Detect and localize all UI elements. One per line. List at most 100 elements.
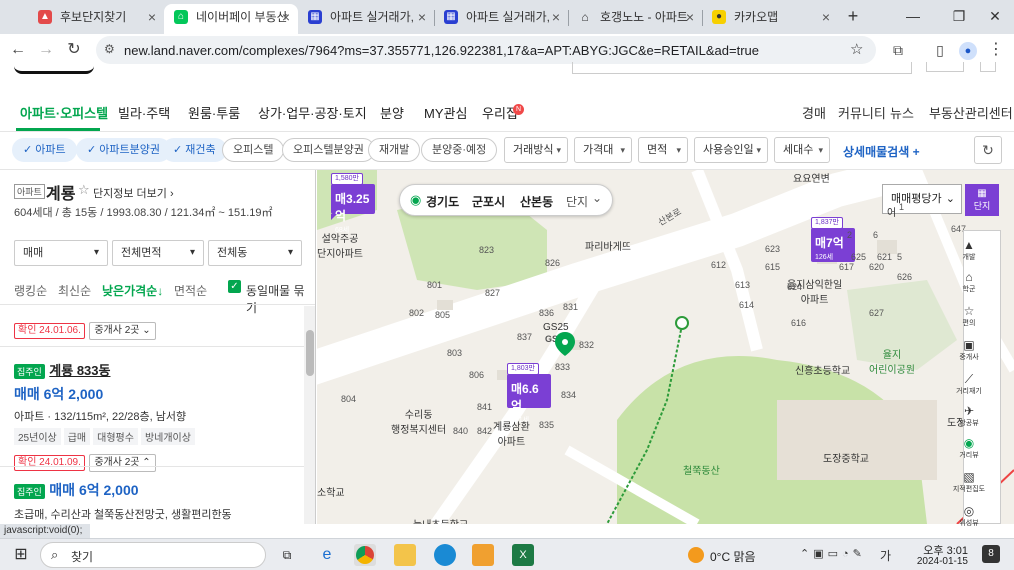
search-input[interactable]	[572, 62, 912, 74]
tab-1[interactable]: ▲ 후보단지찾기 ×	[28, 4, 164, 34]
chip-reconstruction[interactable]: ✓ 재건축	[162, 138, 227, 162]
map-view[interactable]: ◉ 경기도 군포시 산본동 단지 ⌄ 매매평당가 ⌄ ▦ 단지 1,580만 매…	[317, 170, 1014, 524]
excel-icon[interactable]: X	[512, 544, 534, 566]
reload-icon[interactable]: ↻	[62, 38, 86, 62]
listing-item[interactable]: 집주인 매매 6억 2,000 초급매, 수리산과 철쭉동산전망굿, 생활편리한…	[14, 480, 232, 522]
agent-count-button[interactable]: 중개사 2곳 ⌃	[89, 454, 156, 472]
tool-development[interactable]: ▲ 개발	[952, 238, 986, 262]
dropdown-households[interactable]: 세대수 ▾	[774, 137, 830, 163]
ie-icon[interactable]: e	[316, 544, 338, 566]
sort-ranking[interactable]: 랭킹순	[14, 282, 47, 299]
place-seorak-apartment[interactable]: 설악주공 단지아파트	[317, 230, 363, 260]
place-paris-baguette[interactable]: 파리바게뜨	[585, 238, 631, 253]
tool-cadastral[interactable]: ▧ 지적편집도	[952, 470, 986, 494]
tool-street-view[interactable]: ◉ 거리뷰	[952, 436, 986, 460]
place-park[interactable]: 율지 어린이공원	[869, 346, 915, 376]
gnb-commercial[interactable]: 상가·업무·공장·토지	[258, 103, 367, 122]
gnb-my-interest[interactable]: MY관심	[424, 103, 467, 122]
restore-icon[interactable]: ❐	[944, 4, 974, 28]
gnb-auction[interactable]: 경매	[802, 103, 826, 122]
listing-title[interactable]: 계룡 833동	[49, 363, 110, 378]
gnb-apartment[interactable]: 아파트·오피스텔	[20, 103, 108, 122]
close-icon[interactable]: ×	[282, 4, 290, 30]
menu-button[interactable]	[980, 62, 996, 72]
taskbar-search[interactable]: ⌕ 찾기	[40, 542, 266, 568]
tool-agent[interactable]: ▣ 중개사	[952, 338, 986, 362]
scrollbar-thumb[interactable]	[306, 330, 314, 376]
clock-date[interactable]: 2024-01-15	[914, 556, 968, 567]
forward-icon[interactable]: →	[34, 38, 58, 62]
map-pin-icon[interactable]	[555, 332, 575, 356]
file-explorer-icon[interactable]	[394, 544, 416, 566]
naver-land-logo[interactable]	[14, 62, 94, 74]
select-building[interactable]: 전체동 ▾	[208, 240, 302, 266]
listing-item[interactable]: 집주인 계룡 833동 매매 6억 2,000 아파트 · 132/115m²,…	[14, 360, 198, 472]
minimize-icon[interactable]: —	[898, 4, 928, 28]
region-selector[interactable]: ◉ 경기도 군포시 산본동 단지 ⌄	[399, 184, 613, 216]
tool-distance[interactable]: ⟋ 거리재기	[952, 372, 986, 396]
gnb-community[interactable]: 커뮤니티	[838, 103, 886, 122]
select-trade[interactable]: 매매 ▾	[14, 240, 108, 266]
notification-icon[interactable]: 8	[982, 545, 1000, 563]
listing-item[interactable]: 확인 24.01.06. 중개사 2곳 ⌄	[14, 320, 156, 340]
windows-start-icon[interactable]: ⊞	[10, 544, 32, 566]
tool-satellite[interactable]: ◎ 위성뷰	[952, 504, 986, 528]
chrome-icon[interactable]	[354, 544, 376, 566]
weather-text[interactable]: 0°C 맑음	[710, 548, 756, 565]
extensions-icon[interactable]: ⧉	[886, 38, 910, 62]
price-marker[interactable]: 1,580만 매3.25억 68세	[331, 173, 375, 234]
edge-icon[interactable]	[434, 544, 456, 566]
sort-lowest-price[interactable]: 낮은가격순↓	[102, 282, 163, 299]
close-icon[interactable]: ×	[822, 4, 830, 30]
close-icon[interactable]: ×	[686, 4, 694, 30]
tool-convenience[interactable]: ☆ 편의	[952, 304, 986, 328]
gnb-agent-center[interactable]: 부동산관리센터	[929, 103, 1013, 122]
region-sigungu[interactable]: 군포시	[472, 193, 505, 210]
chip-officetel[interactable]: 오피스텔	[222, 138, 285, 162]
chip-officetel-presale[interactable]: 오피스텔분양권	[282, 138, 375, 162]
tab-6[interactable]: ● 카카오맵 ×	[702, 4, 838, 34]
favorite-star-icon[interactable]: ☆	[78, 182, 90, 198]
tool-school[interactable]: ⌂ 학군	[952, 270, 986, 294]
reset-icon[interactable]: ↻	[974, 136, 1002, 164]
close-icon[interactable]: ×	[418, 4, 426, 30]
region-dong[interactable]: 산본동	[520, 193, 553, 210]
login-button[interactable]	[926, 62, 964, 72]
gnb-my-home[interactable]: 우리집	[482, 103, 518, 122]
same-listing-checkbox[interactable]: ✓	[228, 280, 241, 293]
select-area[interactable]: 전체면적 ▾	[112, 240, 204, 266]
place-gyeryong-apartment[interactable]: 계룡삼환 아파트	[493, 418, 530, 448]
dropdown-price[interactable]: 가격대 ▾	[574, 137, 632, 163]
sort-latest[interactable]: 최신순	[58, 282, 91, 299]
ime-indicator[interactable]: 가	[880, 547, 891, 564]
tab-4[interactable]: ▦ 아파트 실거래가, ×	[434, 4, 568, 34]
document-app-icon[interactable]	[472, 544, 494, 566]
place-district-office[interactable]: 수리동 행정복지센터	[391, 406, 446, 436]
sort-area[interactable]: 면적순	[174, 282, 207, 299]
complex-toggle[interactable]: 단지	[566, 193, 588, 210]
tab-3[interactable]: ▦ 아파트 실거래가, ×	[298, 4, 434, 34]
gnb-news[interactable]: 뉴스	[890, 103, 914, 122]
task-view-icon[interactable]: ⧉	[276, 544, 298, 566]
gnb-presale[interactable]: 분양	[380, 103, 404, 122]
region-sido[interactable]: 경기도	[426, 193, 459, 210]
place-restaurant[interactable]: 요요연변	[793, 170, 830, 185]
chip-apartment[interactable]: ✓ 아파트	[12, 138, 77, 162]
site-settings-icon[interactable]: ⚙	[104, 42, 115, 56]
tool-aerial[interactable]: ✈ 항공뷰	[952, 404, 986, 428]
place-dojang-middle[interactable]: 도장중학교	[823, 450, 869, 465]
close-icon[interactable]: ×	[552, 4, 560, 30]
place-apartment[interactable]: 을지삼익한일 아파트	[787, 276, 842, 306]
back-icon[interactable]: ←	[6, 38, 30, 62]
complex-button[interactable]: ▦ 단지	[965, 184, 999, 216]
place-cheoljuk-park[interactable]: 철쭉동산	[683, 462, 720, 477]
menu-icon[interactable]: ⋮	[984, 38, 1008, 62]
place-elementary[interactable]: 늦내초등학교	[413, 516, 468, 524]
star-icon[interactable]: ☆	[850, 40, 863, 58]
chip-presale-scheduled[interactable]: 분양중·예정	[421, 138, 498, 162]
new-tab-button[interactable]: +	[838, 4, 868, 28]
dropdown-area[interactable]: 면적 ▾	[638, 137, 688, 163]
chip-apt-presale[interactable]: ✓ 아파트분양권	[76, 138, 172, 162]
gnb-villa[interactable]: 빌라·주택	[118, 103, 170, 122]
tab-5[interactable]: ⌂ 호갱노노 - 아파트 ×	[568, 4, 702, 34]
